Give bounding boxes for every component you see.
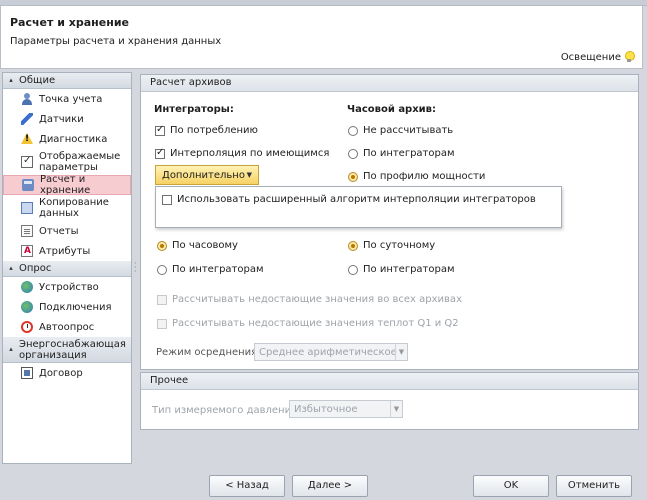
collapse-icon[interactable]: ▴ <box>7 76 15 85</box>
lighting-toggle[interactable]: Освещение <box>560 51 635 63</box>
checkbox-box[interactable] <box>162 194 172 205</box>
cancel-button[interactable]: Отменить <box>556 475 632 497</box>
radio-no-calc[interactable]: Не рассчитывать <box>348 125 453 136</box>
storage-icon <box>22 179 34 191</box>
radio-circle[interactable] <box>348 125 358 136</box>
sidebar-item-connections[interactable]: Подключения <box>3 297 131 317</box>
checkbox-box[interactable] <box>155 147 165 159</box>
sidebar-item-reports[interactable]: Отчеты <box>3 221 131 241</box>
averaging-mode-select[interactable]: Среднее арифметическое ▼ <box>254 343 408 361</box>
report-icon <box>21 225 33 237</box>
meter-point-icon <box>21 93 33 105</box>
lighting-label: Освещение <box>560 51 621 63</box>
checkbox-by-consumption[interactable]: По потреблению <box>155 124 258 136</box>
radio-circle[interactable] <box>348 171 358 182</box>
sidebar-item-displayed-params[interactable]: Отображаемые параметры <box>3 149 131 175</box>
device-icon <box>21 281 33 293</box>
integrators-heading: Интеграторы: <box>154 104 234 115</box>
checkbox-box[interactable] <box>155 124 165 136</box>
pressure-type-label: Тип измеряемого давления: <box>152 405 301 416</box>
radio-right-by-integrators[interactable]: По интеграторам <box>348 264 455 275</box>
sidebar-item-sensors[interactable]: Датчики <box>3 109 131 129</box>
radio-circle[interactable] <box>157 264 167 275</box>
collapse-icon[interactable]: ▴ <box>7 345 15 354</box>
page-title: Расчет и хранение <box>10 16 129 29</box>
radio-circle[interactable] <box>348 148 358 159</box>
radio-left-by-integrators[interactable]: По интеграторам <box>157 264 264 275</box>
sidebar-group-general[interactable]: ▴ Общие <box>3 73 131 89</box>
checklist-icon <box>21 155 33 168</box>
sidebar: ▴ Общие Точка учета Датчики Диагностика … <box>2 72 132 464</box>
checkbox-box[interactable] <box>157 318 167 329</box>
sidebar-item-copy-data[interactable]: Копирование данных <box>3 195 131 221</box>
radio-circle[interactable] <box>157 240 167 251</box>
alarm-clock-icon <box>21 321 33 333</box>
checkbox-extended-interpolation[interactable]: Использовать расширенный алгоритм интерп… <box>162 194 536 205</box>
more-options-dropdown[interactable]: Дополнительно ▼ <box>155 165 259 185</box>
next-button[interactable]: Далее > <box>292 475 368 497</box>
other-section: Прочее Тип измеряемого давления: Избыточ… <box>140 372 639 430</box>
section-title: Прочее <box>141 373 638 390</box>
averaging-mode-label: Режим осреднения: <box>156 347 261 358</box>
lightbulb-icon <box>624 51 635 63</box>
ok-button[interactable]: OK <box>473 475 549 497</box>
checkbox-interpolation[interactable]: Интерполяция по имеющимся <box>155 147 329 159</box>
section-title: Расчет архивов <box>141 75 638 92</box>
warning-icon <box>21 133 33 145</box>
chevron-down-icon: ▼ <box>390 401 402 417</box>
page-header: Расчет и хранение Параметры расчета и хр… <box>0 6 643 69</box>
checkbox-box[interactable] <box>157 294 167 305</box>
hourly-archive-heading: Часовой архив: <box>347 104 437 115</box>
pressure-type-select[interactable]: Избыточное ▼ <box>289 400 403 418</box>
sidebar-item-meter-point[interactable]: Точка учета <box>3 89 131 109</box>
connections-icon <box>21 301 33 313</box>
sidebar-item-diagnostics[interactable]: Диагностика <box>3 129 131 149</box>
sidebar-item-device[interactable]: Устройство <box>3 277 131 297</box>
splitter-handle[interactable]: · · · <box>134 260 137 276</box>
radio-by-power-profile[interactable]: По профилю мощности <box>348 171 485 182</box>
copy-icon <box>21 202 33 214</box>
more-options-popup: Использовать расширенный алгоритм интерп… <box>155 186 562 228</box>
contract-icon <box>21 367 33 379</box>
sidebar-item-autopoll[interactable]: Автоопрос <box>3 317 131 337</box>
footer-bar: < Назад Далее > OK Отменить <box>0 466 647 500</box>
radio-circle[interactable] <box>348 240 358 251</box>
main-panel: Расчет архивов Интеграторы: Часовой архи… <box>138 72 645 464</box>
archive-calc-section: Расчет архивов Интеграторы: Часовой архи… <box>140 74 639 370</box>
back-button[interactable]: < Назад <box>209 475 285 497</box>
sidebar-item-attributes[interactable]: Атрибуты <box>3 241 131 261</box>
page-subtitle: Параметры расчета и хранения данных <box>10 36 222 47</box>
collapse-icon[interactable]: ▴ <box>7 264 15 273</box>
sidebar-group-polling[interactable]: ▴ Опрос <box>3 261 131 277</box>
checkbox-calc-missing-q[interactable]: Рассчитывать недостающие значения теплот… <box>157 318 459 329</box>
chevron-down-icon: ▼ <box>246 171 252 179</box>
radio-by-hourly[interactable]: По часовому <box>157 240 238 251</box>
attributes-icon <box>21 245 33 257</box>
sidebar-group-energy-org[interactable]: ▴ Энергоснабжающая организация <box>3 337 131 363</box>
chevron-down-icon: ▼ <box>395 344 407 360</box>
sidebar-item-calc-storage[interactable]: Расчет и хранение <box>3 174 131 196</box>
checkbox-calc-missing-all[interactable]: Рассчитывать недостающие значения во все… <box>157 294 462 305</box>
radio-circle[interactable] <box>348 264 358 275</box>
radio-hourly-by-integrators[interactable]: По интеграторам <box>348 148 455 159</box>
sidebar-item-contract[interactable]: Договор <box>3 363 131 383</box>
radio-by-daily[interactable]: По суточному <box>348 240 435 251</box>
sensors-icon <box>21 113 33 125</box>
